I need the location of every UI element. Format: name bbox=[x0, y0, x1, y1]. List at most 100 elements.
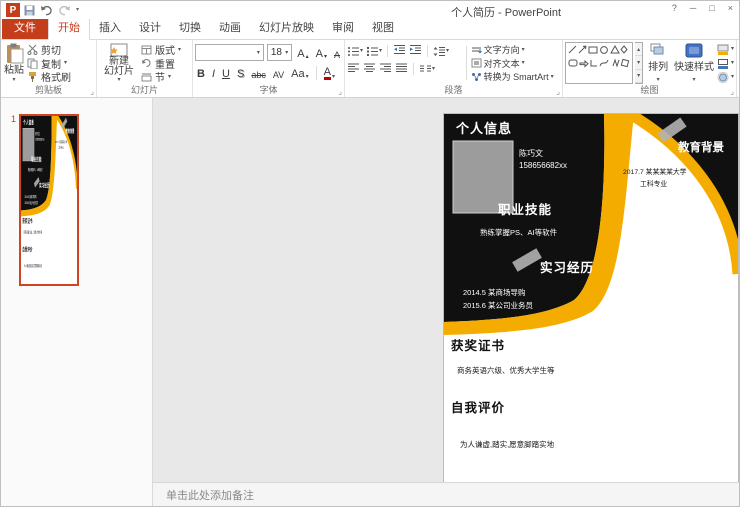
shapes-gallery-scrollbar[interactable]: ▴ ▾ ▾ bbox=[635, 42, 644, 84]
paste-button[interactable]: 粘贴 ▾ bbox=[3, 42, 25, 84]
qat-customize-icon[interactable]: ▾ bbox=[76, 7, 79, 13]
paste-icon bbox=[6, 43, 23, 64]
chevron-down-icon: ▾ bbox=[305, 74, 309, 80]
strikethrough-button[interactable]: abc bbox=[249, 65, 268, 80]
new-slide-icon bbox=[110, 43, 128, 57]
italic-button[interactable]: I bbox=[210, 65, 217, 80]
shape-fill-icon bbox=[717, 44, 729, 55]
group-label-font: 字体 bbox=[259, 85, 278, 95]
chevron-down-icon: ▾ bbox=[168, 73, 172, 80]
tab-animations[interactable]: 动画 bbox=[210, 16, 250, 39]
shrink-font-letter: A bbox=[315, 48, 323, 60]
shapes-icons bbox=[568, 44, 630, 68]
justify-button[interactable] bbox=[395, 62, 408, 76]
character-spacing-button[interactable]: AV bbox=[271, 65, 286, 80]
align-left-button[interactable] bbox=[347, 62, 360, 76]
new-slide-button[interactable]: 新建 幻灯片 ▾ bbox=[99, 42, 139, 84]
format-painter-button[interactable]: 格式刷 bbox=[27, 70, 94, 84]
text-direction-button[interactable]: 文字方向 ▾ bbox=[471, 43, 560, 56]
divider bbox=[387, 45, 389, 57]
dialog-launcher-icon[interactable]: ⌟ bbox=[90, 88, 94, 96]
text-shadow-button[interactable]: S bbox=[235, 65, 246, 80]
change-case-button[interactable]: Aa ▾ bbox=[289, 65, 310, 80]
shape-outline-button[interactable]: ▾ bbox=[717, 57, 734, 69]
arrange-button[interactable]: 排列 ▾ bbox=[645, 42, 671, 84]
quick-access-toolbar: ▾ bbox=[24, 5, 79, 16]
chevron-down-icon: ▾ bbox=[730, 46, 734, 52]
scroll-down-icon[interactable]: ▾ bbox=[635, 56, 643, 70]
section-button[interactable]: 节 ▾ bbox=[141, 70, 190, 84]
undo-button[interactable] bbox=[40, 5, 53, 16]
paste-label: 粘贴 bbox=[4, 64, 24, 76]
chevron-down-icon: ▾ bbox=[285, 49, 289, 56]
quick-styles-icon bbox=[685, 43, 703, 58]
align-text-button[interactable]: 对齐文本 ▾ bbox=[471, 57, 560, 70]
shape-effects-button[interactable]: ▾ bbox=[717, 71, 734, 83]
tab-view[interactable]: 视图 bbox=[363, 16, 403, 39]
dialog-launcher-icon[interactable]: ⌟ bbox=[556, 88, 560, 96]
tab-insert[interactable]: 插入 bbox=[90, 16, 130, 39]
help-button[interactable]: ? bbox=[672, 3, 677, 13]
maximize-button[interactable]: □ bbox=[709, 3, 714, 13]
quick-styles-button[interactable]: 快速样式 ▾ bbox=[673, 42, 715, 84]
chevron-down-icon: ▾ bbox=[360, 48, 364, 54]
font-size-select[interactable]: 18 ▾ bbox=[266, 44, 293, 61]
scroll-up-icon[interactable]: ▴ bbox=[635, 43, 643, 57]
font-color-letter: A bbox=[323, 66, 331, 80]
bold-button[interactable]: B bbox=[195, 65, 207, 80]
minimize-button[interactable]: ─ bbox=[690, 3, 696, 13]
chevron-down-icon: ▾ bbox=[432, 66, 436, 72]
underline-button[interactable]: U bbox=[220, 65, 232, 80]
justify-icon bbox=[396, 63, 407, 72]
grow-font-button[interactable]: A ▴ bbox=[295, 45, 310, 60]
decrease-indent-icon bbox=[394, 45, 406, 54]
tab-slideshow[interactable]: 幻灯片放映 bbox=[250, 16, 323, 39]
align-right-button[interactable] bbox=[379, 62, 392, 76]
shape-fill-button[interactable]: ▾ bbox=[717, 43, 734, 55]
gallery-more-icon[interactable]: ▾ bbox=[635, 70, 643, 83]
slide-canvas[interactable] bbox=[444, 114, 738, 484]
group-clipboard: 粘贴 ▾ 剪切 复制 ▾ 格式刷 剪贴板 ⌟ bbox=[1, 40, 97, 97]
dialog-launcher-icon[interactable]: ⌟ bbox=[730, 88, 734, 96]
line-spacing-button[interactable]: ▾ bbox=[433, 46, 449, 57]
dialog-launcher-icon[interactable]: ⌟ bbox=[338, 88, 342, 96]
reset-button[interactable]: 重置 bbox=[141, 57, 190, 71]
shapes-gallery[interactable] bbox=[565, 42, 633, 84]
close-button[interactable]: × bbox=[728, 3, 733, 13]
clear-formatting-button[interactable]: A bbox=[332, 45, 342, 60]
columns-button[interactable]: ▾ bbox=[419, 64, 435, 75]
align-right-icon bbox=[380, 63, 391, 72]
tab-transitions[interactable]: 切换 bbox=[170, 16, 210, 39]
decrease-indent-button[interactable] bbox=[393, 44, 406, 58]
convert-smartart-button[interactable]: 转换为 SmartArt ▾ bbox=[471, 70, 560, 83]
text-direction-icon bbox=[471, 46, 482, 53]
group-font: ▾ 18 ▾ A▴ A▾ A B I U S abc AV Aa▾ A▾ bbox=[193, 40, 345, 97]
bullets-icon bbox=[348, 46, 359, 56]
align-center-button[interactable] bbox=[363, 62, 376, 76]
group-label-drawing: 绘图 bbox=[640, 85, 659, 95]
numbering-button[interactable]: ▾ bbox=[366, 46, 382, 57]
tab-review[interactable]: 审阅 bbox=[323, 16, 363, 39]
redo-button[interactable] bbox=[58, 5, 71, 16]
chevron-down-icon: ▾ bbox=[332, 74, 336, 80]
tab-design[interactable]: 设计 bbox=[130, 16, 170, 39]
layout-button[interactable]: 版式 ▾ bbox=[141, 43, 190, 57]
chevron-down-icon: ▾ bbox=[550, 73, 554, 80]
format-painter-icon bbox=[29, 72, 36, 82]
copy-icon bbox=[27, 58, 38, 69]
font-color-button[interactable]: A ▾ bbox=[322, 65, 337, 80]
slide-thumbnail[interactable] bbox=[19, 114, 79, 286]
shape-effects-icon bbox=[717, 71, 729, 83]
chevron-down-icon: ▾ bbox=[730, 60, 734, 66]
tab-file[interactable]: 文件 bbox=[2, 16, 48, 39]
save-button[interactable] bbox=[24, 5, 35, 16]
notes-pane[interactable]: 单击此处添加备注 bbox=[153, 482, 739, 506]
copy-button[interactable]: 复制 ▾ bbox=[27, 57, 94, 71]
increase-indent-button[interactable] bbox=[409, 44, 422, 58]
shrink-font-button[interactable]: A ▾ bbox=[314, 45, 329, 60]
bullets-button[interactable]: ▾ bbox=[347, 46, 363, 57]
cut-button[interactable]: 剪切 bbox=[27, 43, 94, 57]
font-name-select[interactable]: ▾ bbox=[195, 44, 264, 61]
slide-thumbnails-panel: 1 bbox=[1, 98, 153, 506]
group-drawing: ▴ ▾ ▾ 排列 ▾ 快速样式 ▾ ▾ ▾ ▾ 绘图 ⌟ bbox=[563, 40, 737, 97]
